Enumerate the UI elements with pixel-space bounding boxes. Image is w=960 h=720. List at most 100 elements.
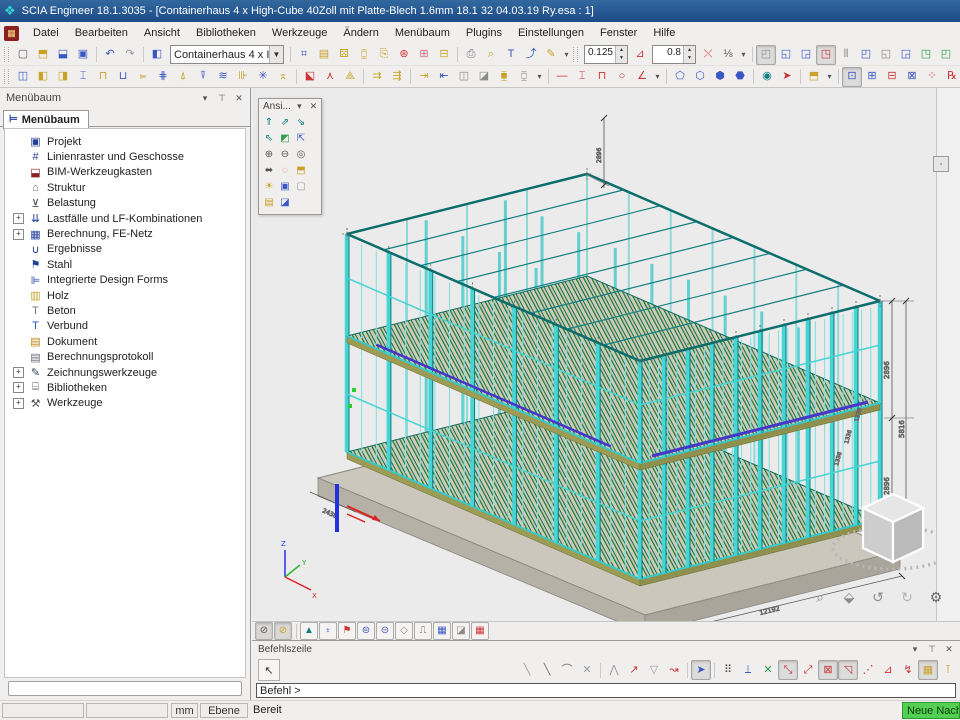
- view-window-3-icon[interactable]: ◲: [796, 45, 816, 65]
- snap-perpendicular-icon[interactable]: ◹: [838, 660, 858, 680]
- nav-orbit-1-icon[interactable]: ↺: [868, 587, 888, 607]
- document-more-icon[interactable]: ▾: [561, 45, 572, 65]
- palette-header[interactable]: Ansi... ▾ ✕: [259, 99, 321, 114]
- snap-filter-icon[interactable]: ▽: [644, 660, 664, 680]
- snap-midpoint-icon[interactable]: ✕: [758, 660, 778, 680]
- menu-plugins[interactable]: Plugins: [458, 24, 510, 42]
- copy-attributes-icon[interactable]: ⎘: [374, 45, 394, 65]
- export-icon[interactable]: ⤴: [521, 45, 541, 65]
- zoom-out-icon[interactable]: ⊖: [277, 147, 293, 163]
- tree-item-belastung[interactable]: ⊻Belastung: [5, 196, 245, 211]
- select-add-icon[interactable]: ⊞: [862, 67, 882, 87]
- expand-icon[interactable]: +: [13, 382, 24, 393]
- activity-icon[interactable]: ⚄: [334, 45, 354, 65]
- snap-node-icon[interactable]: ⤢: [798, 660, 818, 680]
- support-icon[interactable]: ⌅: [273, 67, 293, 87]
- scale-more-icon[interactable]: ▾: [738, 45, 749, 65]
- profile-icon[interactable]: ⌶: [73, 67, 93, 87]
- print-icon[interactable]: ⎙: [461, 45, 481, 65]
- fly-mode-icon[interactable]: ➤: [777, 67, 797, 87]
- tree-item-lastfälle-und-lf-kombinationen[interactable]: +⇊Lastfälle und LF-Kombinationen: [5, 211, 245, 226]
- snap-line-1-icon[interactable]: ╲: [517, 660, 537, 680]
- menu-datei[interactable]: Datei: [25, 24, 67, 42]
- snap-curve-icon[interactable]: ↝: [664, 660, 684, 680]
- menu-einstellungen[interactable]: Einstellungen: [510, 24, 592, 42]
- command-dropdown-icon[interactable]: ▾: [908, 642, 922, 656]
- expand-icon[interactable]: +: [13, 367, 24, 378]
- select-points-icon[interactable]: ⁘: [922, 67, 942, 87]
- redo-icon[interactable]: ↷: [120, 45, 140, 65]
- viewport-restore-button[interactable]: ▫: [933, 156, 949, 172]
- show-dimensions-icon[interactable]: ⊜: [357, 622, 375, 640]
- open-drawing-icon[interactable]: ⬒: [804, 67, 824, 87]
- show-rendering-icon[interactable]: ◪: [452, 622, 470, 640]
- panel-close-icon[interactable]: ✕: [232, 91, 246, 105]
- save-icon[interactable]: ▣: [73, 45, 93, 65]
- snap-tangent-icon[interactable]: ⋰: [858, 660, 878, 680]
- pointer-mode-button[interactable]: ↖: [258, 659, 280, 681]
- command-input[interactable]: Befehl >: [256, 683, 956, 698]
- tree-item-bibliotheken[interactable]: +⌸Bibliotheken: [5, 380, 245, 395]
- menu-ändern[interactable]: Ändern: [335, 24, 386, 42]
- polygon-select-1-icon[interactable]: ⬠: [670, 67, 690, 87]
- tab-menubaum[interactable]: ⊨ Menübaum: [3, 110, 89, 130]
- menu-hilfe[interactable]: Hilfe: [645, 24, 683, 42]
- menu-ansicht[interactable]: Ansicht: [136, 24, 188, 42]
- stretch-icon[interactable]: ⧯: [494, 67, 514, 87]
- load-panel-icon[interactable]: ⬕: [300, 67, 320, 87]
- command-pin-icon[interactable]: ⊤: [925, 642, 939, 656]
- menu-menübaum[interactable]: Menübaum: [387, 24, 458, 42]
- line-icon[interactable]: —: [552, 67, 572, 87]
- zoom-all-icon[interactable]: ◎: [293, 147, 309, 163]
- snap-intersection-icon[interactable]: ⊠: [818, 660, 838, 680]
- scale-spinner-1[interactable]: 0.125 ▲▼: [584, 45, 628, 64]
- plane-load-icon[interactable]: ⟁: [340, 67, 360, 87]
- polygon-select-2-icon[interactable]: ⬡: [690, 67, 710, 87]
- show-mesh-icon[interactable]: ◇: [395, 622, 413, 640]
- view-window-6-icon[interactable]: ◰: [856, 45, 876, 65]
- menu-fenster[interactable]: Fenster: [592, 24, 645, 42]
- tree-item-zeichnungswerkzeuge[interactable]: +✎Zeichnungswerkzeuge: [5, 365, 245, 380]
- scale-structure-icon[interactable]: ⊿: [630, 45, 650, 65]
- modify-more-icon[interactable]: ▾: [534, 67, 545, 87]
- view-camera-icon[interactable]: ⇱: [293, 131, 309, 147]
- view-axo-icon[interactable]: ⇖: [261, 131, 277, 147]
- view-front-icon[interactable]: ⇑: [261, 115, 277, 131]
- show-labels-icon[interactable]: ⚑: [338, 622, 356, 640]
- menu-bearbeiten[interactable]: Bearbeiten: [67, 24, 136, 42]
- select-clear-icon[interactable]: ⊠: [902, 67, 922, 87]
- select-filter-icon[interactable]: ℞: [942, 67, 960, 87]
- snap-raster-icon[interactable]: ▦: [918, 660, 938, 680]
- render-wireframe-icon[interactable]: ⊘: [255, 622, 273, 640]
- select-remove-icon[interactable]: ⊟: [882, 67, 902, 87]
- tree-filter-input[interactable]: [8, 681, 242, 696]
- project-settings-icon[interactable]: ⌗: [294, 45, 314, 65]
- tree-item-struktur[interactable]: ⌂Struktur: [5, 180, 245, 195]
- layers-icon[interactable]: ▤: [314, 45, 334, 65]
- model-viewport[interactable]: 2896289658162896243812192133613361336ZYX…: [252, 88, 960, 621]
- snap-length-icon[interactable]: ⊺: [938, 660, 958, 680]
- zoom-window-icon[interactable]: ⬌: [261, 163, 277, 179]
- tree-item-verbund[interactable]: TVerbund: [5, 319, 245, 334]
- view-window-9-icon[interactable]: ◳: [916, 45, 936, 65]
- frame-icon[interactable]: ⊓: [93, 67, 113, 87]
- render-solid-icon[interactable]: ⊘: [274, 622, 292, 640]
- tree-item-integrierte-design-forms[interactable]: ⊫Integrierte Design Forms: [5, 273, 245, 288]
- scale-loads-icon[interactable]: ⤬: [698, 45, 718, 65]
- show-supports-icon[interactable]: ▲: [300, 622, 318, 640]
- tree-item-berechnung-fe-netz[interactable]: +▦Berechnung, FE-Netz: [5, 226, 245, 241]
- toolbar-grip[interactable]: [573, 47, 578, 62]
- property-wheel-icon[interactable]: ⊛: [394, 45, 414, 65]
- spinner-buttons[interactable]: ▲▼: [615, 46, 627, 63]
- copy-icon[interactable]: ⇉: [367, 67, 387, 87]
- truss-up-icon[interactable]: ⍋: [173, 67, 193, 87]
- angle-icon[interactable]: ∠: [632, 67, 652, 87]
- paperspace-icon[interactable]: ⊟: [434, 45, 454, 65]
- tree-item-ergebnisse[interactable]: ∪Ergebnisse: [5, 242, 245, 257]
- rib-icon[interactable]: ⊪: [233, 67, 253, 87]
- beam-icon[interactable]: ◫: [13, 67, 33, 87]
- app-icon[interactable]: ▦: [4, 26, 19, 41]
- move-to-icon[interactable]: ⇥: [414, 67, 434, 87]
- view-window-8-icon[interactable]: ◲: [896, 45, 916, 65]
- free-load-icon[interactable]: ⋏: [320, 67, 340, 87]
